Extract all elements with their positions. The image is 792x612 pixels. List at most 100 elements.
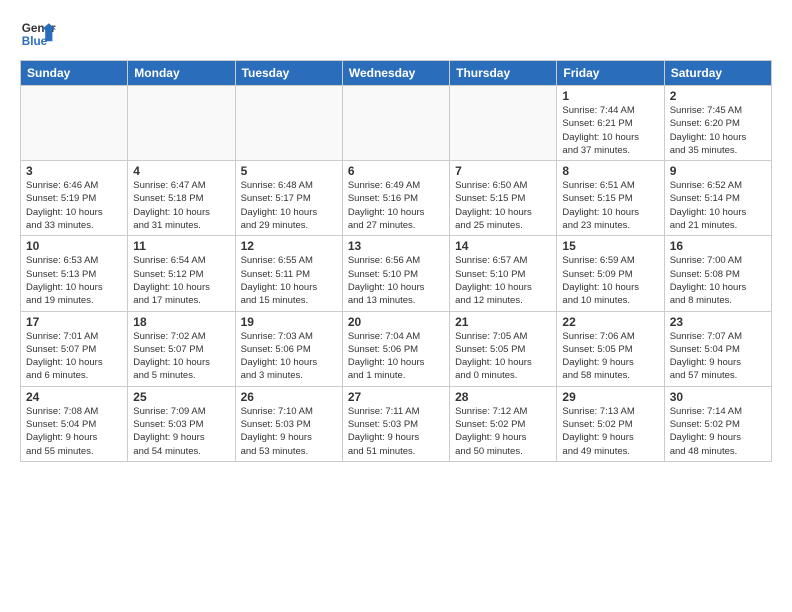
col-header-sunday: Sunday bbox=[21, 61, 128, 86]
day-cell: 19Sunrise: 7:03 AM Sunset: 5:06 PM Dayli… bbox=[235, 311, 342, 386]
day-info: Sunrise: 6:46 AM Sunset: 5:19 PM Dayligh… bbox=[26, 179, 122, 232]
day-number: 22 bbox=[562, 315, 658, 329]
day-cell: 10Sunrise: 6:53 AM Sunset: 5:13 PM Dayli… bbox=[21, 236, 128, 311]
day-info: Sunrise: 7:07 AM Sunset: 5:04 PM Dayligh… bbox=[670, 330, 766, 383]
day-number: 17 bbox=[26, 315, 122, 329]
day-info: Sunrise: 7:06 AM Sunset: 5:05 PM Dayligh… bbox=[562, 330, 658, 383]
week-row-4: 17Sunrise: 7:01 AM Sunset: 5:07 PM Dayli… bbox=[21, 311, 772, 386]
day-number: 26 bbox=[241, 390, 337, 404]
day-info: Sunrise: 6:52 AM Sunset: 5:14 PM Dayligh… bbox=[670, 179, 766, 232]
day-cell: 1Sunrise: 7:44 AM Sunset: 6:21 PM Daylig… bbox=[557, 86, 664, 161]
day-cell: 22Sunrise: 7:06 AM Sunset: 5:05 PM Dayli… bbox=[557, 311, 664, 386]
day-cell: 28Sunrise: 7:12 AM Sunset: 5:02 PM Dayli… bbox=[450, 386, 557, 461]
week-row-5: 24Sunrise: 7:08 AM Sunset: 5:04 PM Dayli… bbox=[21, 386, 772, 461]
day-info: Sunrise: 7:05 AM Sunset: 5:05 PM Dayligh… bbox=[455, 330, 551, 383]
day-cell: 29Sunrise: 7:13 AM Sunset: 5:02 PM Dayli… bbox=[557, 386, 664, 461]
day-info: Sunrise: 6:56 AM Sunset: 5:10 PM Dayligh… bbox=[348, 254, 444, 307]
day-info: Sunrise: 7:44 AM Sunset: 6:21 PM Dayligh… bbox=[562, 104, 658, 157]
day-number: 14 bbox=[455, 239, 551, 253]
col-header-monday: Monday bbox=[128, 61, 235, 86]
day-cell bbox=[450, 86, 557, 161]
day-cell: 25Sunrise: 7:09 AM Sunset: 5:03 PM Dayli… bbox=[128, 386, 235, 461]
day-info: Sunrise: 6:50 AM Sunset: 5:15 PM Dayligh… bbox=[455, 179, 551, 232]
day-info: Sunrise: 7:10 AM Sunset: 5:03 PM Dayligh… bbox=[241, 405, 337, 458]
day-info: Sunrise: 6:55 AM Sunset: 5:11 PM Dayligh… bbox=[241, 254, 337, 307]
week-row-3: 10Sunrise: 6:53 AM Sunset: 5:13 PM Dayli… bbox=[21, 236, 772, 311]
day-number: 21 bbox=[455, 315, 551, 329]
day-info: Sunrise: 7:00 AM Sunset: 5:08 PM Dayligh… bbox=[670, 254, 766, 307]
day-number: 10 bbox=[26, 239, 122, 253]
day-number: 23 bbox=[670, 315, 766, 329]
day-number: 20 bbox=[348, 315, 444, 329]
header: General Blue bbox=[20, 16, 772, 52]
day-info: Sunrise: 6:57 AM Sunset: 5:10 PM Dayligh… bbox=[455, 254, 551, 307]
day-cell: 9Sunrise: 6:52 AM Sunset: 5:14 PM Daylig… bbox=[664, 161, 771, 236]
day-number: 24 bbox=[26, 390, 122, 404]
col-header-friday: Friday bbox=[557, 61, 664, 86]
calendar-header-row: SundayMondayTuesdayWednesdayThursdayFrid… bbox=[21, 61, 772, 86]
day-number: 8 bbox=[562, 164, 658, 178]
day-number: 30 bbox=[670, 390, 766, 404]
col-header-saturday: Saturday bbox=[664, 61, 771, 86]
day-info: Sunrise: 7:45 AM Sunset: 6:20 PM Dayligh… bbox=[670, 104, 766, 157]
day-info: Sunrise: 6:53 AM Sunset: 5:13 PM Dayligh… bbox=[26, 254, 122, 307]
day-cell: 2Sunrise: 7:45 AM Sunset: 6:20 PM Daylig… bbox=[664, 86, 771, 161]
day-number: 16 bbox=[670, 239, 766, 253]
day-number: 9 bbox=[670, 164, 766, 178]
day-info: Sunrise: 6:48 AM Sunset: 5:17 PM Dayligh… bbox=[241, 179, 337, 232]
day-number: 1 bbox=[562, 89, 658, 103]
day-cell: 15Sunrise: 6:59 AM Sunset: 5:09 PM Dayli… bbox=[557, 236, 664, 311]
day-info: Sunrise: 6:59 AM Sunset: 5:09 PM Dayligh… bbox=[562, 254, 658, 307]
day-cell: 26Sunrise: 7:10 AM Sunset: 5:03 PM Dayli… bbox=[235, 386, 342, 461]
day-cell bbox=[128, 86, 235, 161]
day-number: 18 bbox=[133, 315, 229, 329]
day-info: Sunrise: 7:08 AM Sunset: 5:04 PM Dayligh… bbox=[26, 405, 122, 458]
day-number: 11 bbox=[133, 239, 229, 253]
day-cell: 24Sunrise: 7:08 AM Sunset: 5:04 PM Dayli… bbox=[21, 386, 128, 461]
week-row-1: 1Sunrise: 7:44 AM Sunset: 6:21 PM Daylig… bbox=[21, 86, 772, 161]
day-number: 28 bbox=[455, 390, 551, 404]
day-cell: 20Sunrise: 7:04 AM Sunset: 5:06 PM Dayli… bbox=[342, 311, 449, 386]
day-info: Sunrise: 6:51 AM Sunset: 5:15 PM Dayligh… bbox=[562, 179, 658, 232]
day-number: 2 bbox=[670, 89, 766, 103]
day-cell: 30Sunrise: 7:14 AM Sunset: 5:02 PM Dayli… bbox=[664, 386, 771, 461]
col-header-tuesday: Tuesday bbox=[235, 61, 342, 86]
day-cell: 18Sunrise: 7:02 AM Sunset: 5:07 PM Dayli… bbox=[128, 311, 235, 386]
day-info: Sunrise: 6:47 AM Sunset: 5:18 PM Dayligh… bbox=[133, 179, 229, 232]
day-cell: 27Sunrise: 7:11 AM Sunset: 5:03 PM Dayli… bbox=[342, 386, 449, 461]
day-cell: 14Sunrise: 6:57 AM Sunset: 5:10 PM Dayli… bbox=[450, 236, 557, 311]
day-cell: 23Sunrise: 7:07 AM Sunset: 5:04 PM Dayli… bbox=[664, 311, 771, 386]
day-cell: 17Sunrise: 7:01 AM Sunset: 5:07 PM Dayli… bbox=[21, 311, 128, 386]
day-number: 25 bbox=[133, 390, 229, 404]
logo: General Blue bbox=[20, 16, 56, 52]
day-cell: 4Sunrise: 6:47 AM Sunset: 5:18 PM Daylig… bbox=[128, 161, 235, 236]
day-info: Sunrise: 6:49 AM Sunset: 5:16 PM Dayligh… bbox=[348, 179, 444, 232]
day-cell: 5Sunrise: 6:48 AM Sunset: 5:17 PM Daylig… bbox=[235, 161, 342, 236]
day-cell: 3Sunrise: 6:46 AM Sunset: 5:19 PM Daylig… bbox=[21, 161, 128, 236]
day-number: 4 bbox=[133, 164, 229, 178]
day-info: Sunrise: 7:09 AM Sunset: 5:03 PM Dayligh… bbox=[133, 405, 229, 458]
day-number: 27 bbox=[348, 390, 444, 404]
day-info: Sunrise: 6:54 AM Sunset: 5:12 PM Dayligh… bbox=[133, 254, 229, 307]
day-info: Sunrise: 7:13 AM Sunset: 5:02 PM Dayligh… bbox=[562, 405, 658, 458]
col-header-wednesday: Wednesday bbox=[342, 61, 449, 86]
day-cell bbox=[342, 86, 449, 161]
day-cell bbox=[21, 86, 128, 161]
week-row-2: 3Sunrise: 6:46 AM Sunset: 5:19 PM Daylig… bbox=[21, 161, 772, 236]
day-info: Sunrise: 7:02 AM Sunset: 5:07 PM Dayligh… bbox=[133, 330, 229, 383]
day-number: 7 bbox=[455, 164, 551, 178]
day-cell: 21Sunrise: 7:05 AM Sunset: 5:05 PM Dayli… bbox=[450, 311, 557, 386]
day-number: 5 bbox=[241, 164, 337, 178]
logo-icon: General Blue bbox=[20, 16, 56, 52]
svg-text:Blue: Blue bbox=[22, 35, 48, 48]
day-info: Sunrise: 7:12 AM Sunset: 5:02 PM Dayligh… bbox=[455, 405, 551, 458]
day-number: 12 bbox=[241, 239, 337, 253]
day-info: Sunrise: 7:14 AM Sunset: 5:02 PM Dayligh… bbox=[670, 405, 766, 458]
day-cell: 11Sunrise: 6:54 AM Sunset: 5:12 PM Dayli… bbox=[128, 236, 235, 311]
day-info: Sunrise: 7:04 AM Sunset: 5:06 PM Dayligh… bbox=[348, 330, 444, 383]
day-cell: 12Sunrise: 6:55 AM Sunset: 5:11 PM Dayli… bbox=[235, 236, 342, 311]
day-number: 19 bbox=[241, 315, 337, 329]
day-cell bbox=[235, 86, 342, 161]
day-cell: 16Sunrise: 7:00 AM Sunset: 5:08 PM Dayli… bbox=[664, 236, 771, 311]
day-cell: 8Sunrise: 6:51 AM Sunset: 5:15 PM Daylig… bbox=[557, 161, 664, 236]
